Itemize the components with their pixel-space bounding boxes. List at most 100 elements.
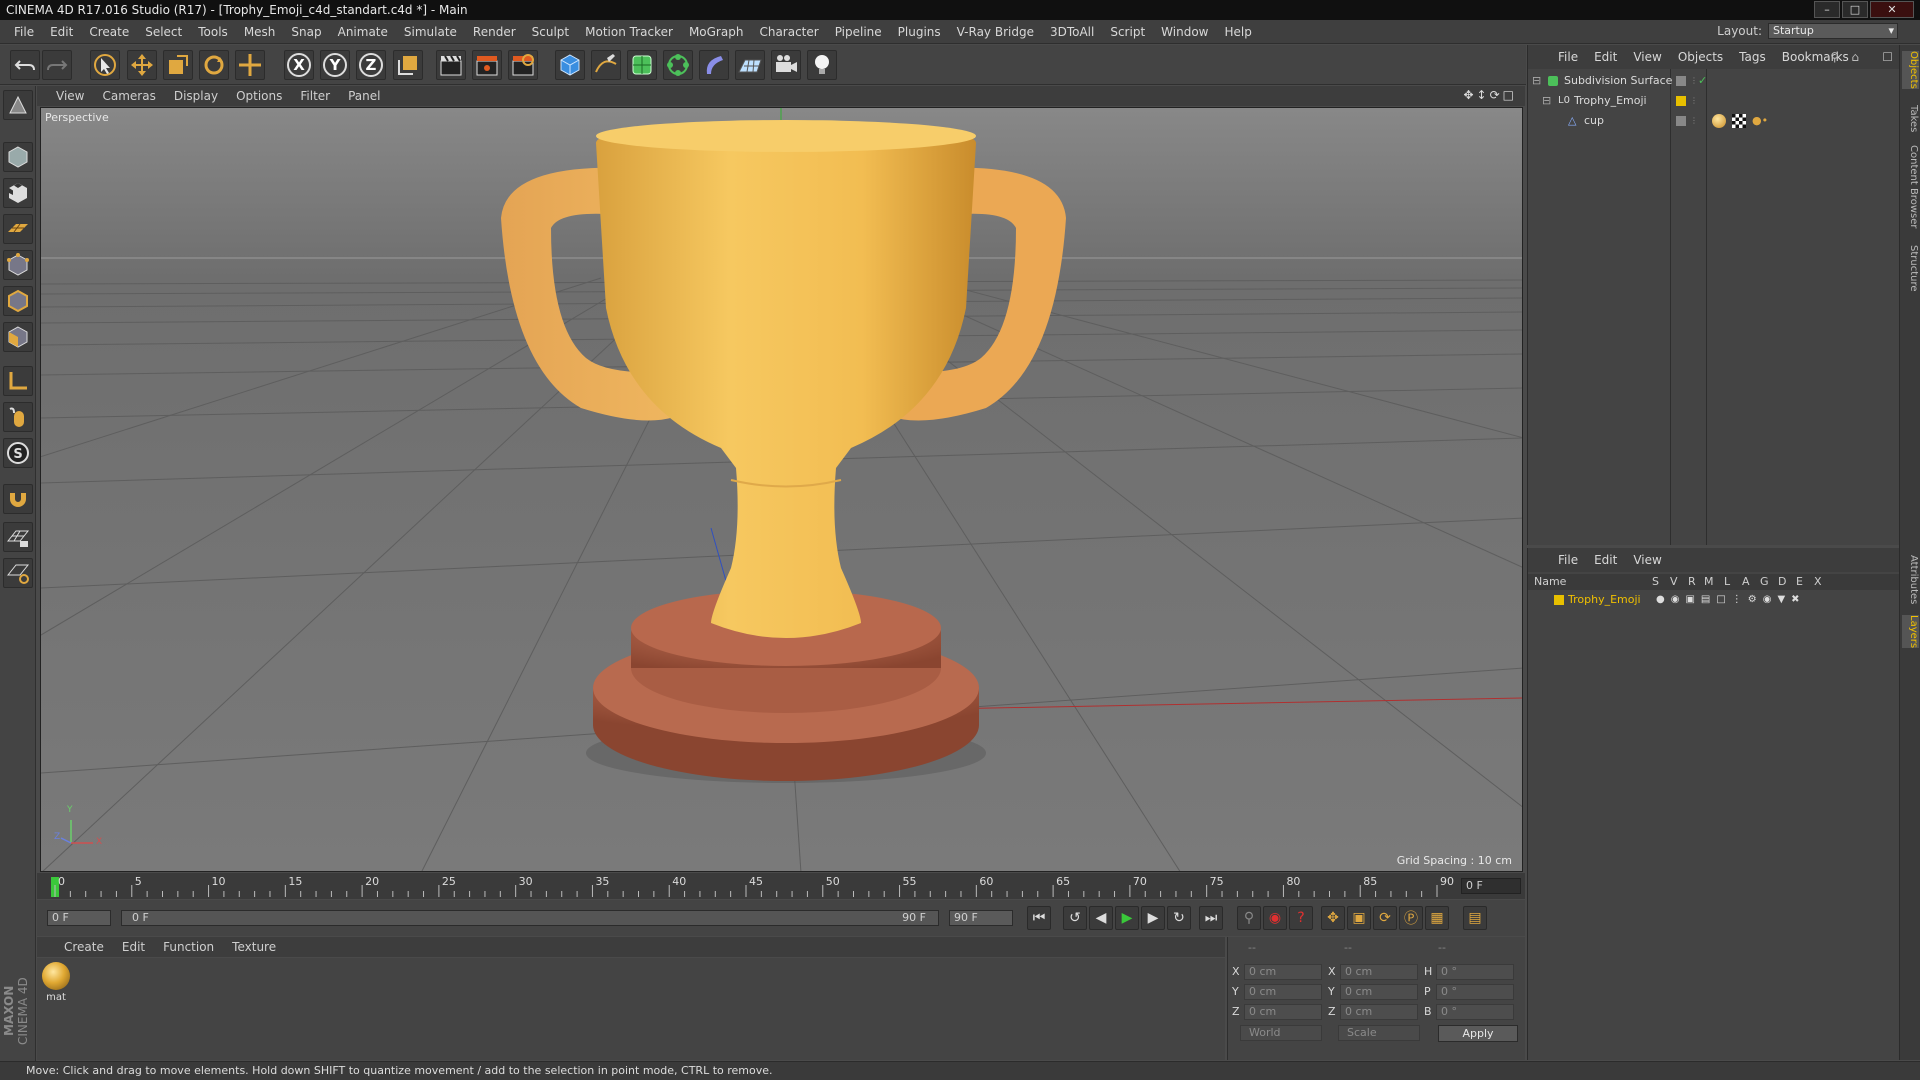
keyframe-selection-button[interactable]: ? xyxy=(1289,906,1313,930)
enabled-check-icon[interactable]: ✓ xyxy=(1698,71,1707,91)
add-camera-button[interactable] xyxy=(771,50,801,80)
material-tag-icon[interactable] xyxy=(1712,114,1726,128)
size-mode-dropdown[interactable]: Scale xyxy=(1338,1025,1420,1041)
menu-window[interactable]: Window xyxy=(1153,25,1216,39)
menu-snap[interactable]: Snap xyxy=(283,25,329,39)
key-pla-button[interactable]: ▦ xyxy=(1425,906,1449,930)
tab-objects[interactable]: Objects xyxy=(1902,51,1919,89)
render-to-picture-viewer-button[interactable] xyxy=(472,50,502,80)
points-mode-button[interactable] xyxy=(3,250,33,280)
add-deformer-button[interactable] xyxy=(699,50,729,80)
viewport-menu-view[interactable]: View xyxy=(47,89,93,103)
rotate-tool-button[interactable] xyxy=(199,50,229,80)
minimize-button[interactable]: – xyxy=(1814,1,1840,18)
polygons-mode-button[interactable] xyxy=(3,322,33,352)
menu-mograph[interactable]: MoGraph xyxy=(681,25,752,39)
model-mode-button[interactable] xyxy=(3,142,33,172)
menu-tools[interactable]: Tools xyxy=(190,25,236,39)
layout-dropdown[interactable]: Startup ▾ xyxy=(1768,23,1898,39)
add-light-button[interactable] xyxy=(807,50,837,80)
start-frame-field[interactable]: 0 F xyxy=(47,910,111,926)
size-y-field[interactable]: 0 cm xyxy=(1340,984,1418,1000)
menu-vray-bridge[interactable]: V-Ray Bridge xyxy=(949,25,1042,39)
menu-plugins[interactable]: Plugins xyxy=(890,25,949,39)
visibility-dots-icon[interactable]: ⋮ xyxy=(1690,71,1698,91)
tab-structure[interactable]: Structure xyxy=(1902,245,1919,292)
render-view-button[interactable] xyxy=(436,50,466,80)
live-selection-button[interactable] xyxy=(90,50,120,80)
menu-script[interactable]: Script xyxy=(1102,25,1153,39)
menu-simulate[interactable]: Simulate xyxy=(396,25,465,39)
menu-mesh[interactable]: Mesh xyxy=(236,25,284,39)
material-swatch[interactable]: mat xyxy=(41,962,71,1003)
undo-button[interactable] xyxy=(10,50,40,80)
layer-color-chip[interactable] xyxy=(1554,595,1564,605)
close-button[interactable]: ✕ xyxy=(1870,1,1914,18)
search-icon[interactable]: ⚲ xyxy=(1830,50,1839,64)
key-parameter-button[interactable]: Ⓟ xyxy=(1399,906,1423,930)
workplane-align-button[interactable] xyxy=(3,558,33,588)
objects-menu-file[interactable]: File xyxy=(1550,50,1586,64)
layers-menu-file[interactable]: File xyxy=(1550,553,1586,567)
next-frame-button[interactable]: ▶ xyxy=(1141,906,1165,930)
viewport-menu-cameras[interactable]: Cameras xyxy=(93,89,164,103)
size-x-field[interactable]: 0 cm xyxy=(1340,964,1418,980)
menu-animate[interactable]: Animate xyxy=(330,25,396,39)
current-frame-field[interactable]: 0 F xyxy=(1461,878,1521,894)
menu-sculpt[interactable]: Sculpt xyxy=(524,25,577,39)
layer-flag-icons[interactable]: ●◉▣▤□⋮⚙◉▼✖ xyxy=(1656,590,1806,610)
go-to-start-button[interactable]: ⏮ xyxy=(1027,906,1051,930)
layers-menu-edit[interactable]: Edit xyxy=(1586,553,1625,567)
end-frame-field[interactable]: 90 F xyxy=(949,910,1013,926)
next-key-button[interactable]: ↻ xyxy=(1167,906,1191,930)
visibility-dots-icon[interactable]: ⋮ xyxy=(1690,91,1698,111)
menu-create[interactable]: Create xyxy=(81,25,137,39)
y-axis-lock-button[interactable]: Y xyxy=(320,50,350,80)
autokeying-button[interactable]: ◉ xyxy=(1263,906,1287,930)
objects-menu-edit[interactable]: Edit xyxy=(1586,50,1625,64)
layers-menu-view[interactable]: View xyxy=(1625,553,1669,567)
material-menu-function[interactable]: Function xyxy=(154,940,223,954)
scale-tool-button[interactable] xyxy=(163,50,193,80)
menu-file[interactable]: File xyxy=(6,25,42,39)
3d-viewport[interactable]: Perspective Y X Z Grid Spacing : 10 cm xyxy=(40,107,1523,872)
position-z-field[interactable]: 0 cm xyxy=(1244,1004,1322,1020)
menu-motion-tracker[interactable]: Motion Tracker xyxy=(577,25,681,39)
visibility-dots-icon[interactable]: ⋮ xyxy=(1690,111,1698,131)
material-menu-edit[interactable]: Edit xyxy=(113,940,154,954)
texture-tag-icon[interactable] xyxy=(1732,114,1746,128)
objects-menu-tags[interactable]: Tags xyxy=(1731,50,1774,64)
viewport-menu-display[interactable]: Display xyxy=(165,89,227,103)
size-z-field[interactable]: 0 cm xyxy=(1340,1004,1418,1020)
transform-tool-button[interactable] xyxy=(235,50,265,80)
menu-3dtoall[interactable]: 3DToAll xyxy=(1042,25,1102,39)
viewport-menu-panel[interactable]: Panel xyxy=(339,89,389,103)
viewport-menu-filter[interactable]: Filter xyxy=(291,89,339,103)
position-y-field[interactable]: 0 cm xyxy=(1244,984,1322,1000)
position-x-field[interactable]: 0 cm xyxy=(1244,964,1322,980)
redo-button[interactable] xyxy=(42,50,72,80)
timeline-menu-button[interactable]: ▤ xyxy=(1463,906,1487,930)
go-to-end-button[interactable]: ⏭ xyxy=(1199,906,1223,930)
menu-edit[interactable]: Edit xyxy=(42,25,81,39)
tab-layers[interactable]: Layers xyxy=(1902,615,1919,649)
object-row-subdivision-surface[interactable]: ⊟ Subdivision Surface ⋮ ✓ xyxy=(1528,71,1900,91)
rotation-b-field[interactable]: 0 ° xyxy=(1436,1004,1514,1020)
maximize-button[interactable]: □ xyxy=(1842,1,1868,18)
object-row-cup[interactable]: △ cup ⋮ ●• xyxy=(1528,111,1900,131)
snap-button[interactable] xyxy=(3,484,33,514)
tab-attributes[interactable]: Attributes xyxy=(1902,555,1919,604)
coordinate-system-button[interactable] xyxy=(393,50,423,80)
material-menu-create[interactable]: Create xyxy=(55,940,113,954)
add-cloner-button[interactable] xyxy=(663,50,693,80)
previous-key-button[interactable]: ↺ xyxy=(1063,906,1087,930)
menu-select[interactable]: Select xyxy=(137,25,190,39)
objects-menu-view[interactable]: View xyxy=(1625,50,1669,64)
edges-mode-button[interactable] xyxy=(3,286,33,316)
add-cube-button[interactable] xyxy=(555,50,585,80)
x-axis-lock-button[interactable]: X xyxy=(284,50,314,80)
tab-content-browser[interactable]: Content Browser xyxy=(1902,145,1919,228)
render-settings-button[interactable] xyxy=(508,50,538,80)
viewport-menu-options[interactable]: Options xyxy=(227,89,291,103)
make-editable-button[interactable] xyxy=(3,90,33,120)
